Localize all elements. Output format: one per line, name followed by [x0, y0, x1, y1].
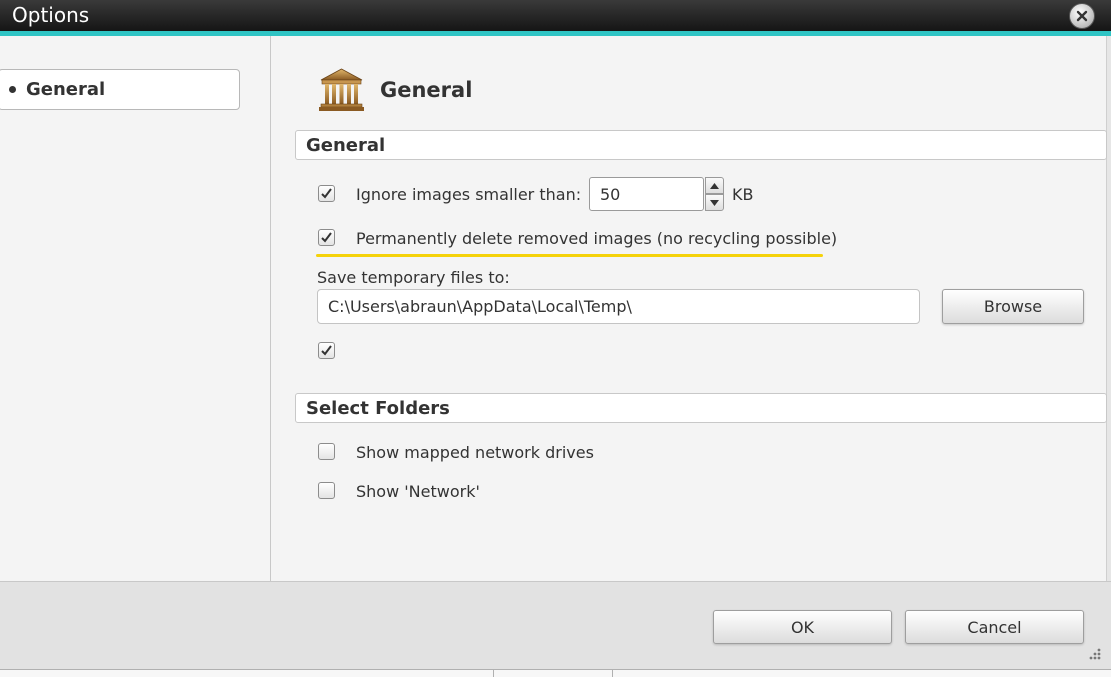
- scrollbar[interactable]: [1106, 36, 1111, 581]
- page-title: General: [380, 78, 473, 102]
- background-tab: [493, 669, 613, 677]
- sidebar-item-general[interactable]: General: [0, 69, 240, 110]
- stepper-down-button[interactable]: [705, 194, 724, 211]
- checkmark-icon: [321, 345, 332, 356]
- section-title: Select Folders: [306, 397, 450, 419]
- section-title: General: [306, 134, 386, 156]
- section-header-general: General: [295, 130, 1107, 160]
- min-size-stepper[interactable]: 50: [589, 177, 724, 211]
- browse-button[interactable]: Browse: [942, 289, 1084, 324]
- bullet-icon: [9, 86, 16, 93]
- highlight-underline: [316, 254, 823, 257]
- resize-grip-icon[interactable]: [1086, 647, 1102, 663]
- arrow-up-icon: [710, 182, 719, 189]
- show-network-label: Show 'Network': [356, 482, 480, 501]
- temp-folder-label: Save temporary files to:: [317, 268, 510, 287]
- size-unit-label: KB: [732, 185, 754, 204]
- ok-button[interactable]: OK: [713, 610, 892, 644]
- option-checkbox[interactable]: [318, 342, 335, 359]
- close-icon: [1076, 10, 1088, 22]
- cancel-button[interactable]: Cancel: [905, 610, 1084, 644]
- sidebar-item-label: General: [26, 79, 106, 100]
- title-bar: Options: [0, 0, 1111, 31]
- show-network-checkbox[interactable]: [318, 482, 335, 499]
- show-mapped-drives-label: Show mapped network drives: [356, 443, 594, 462]
- permanent-delete-label: Permanently delete removed images (no re…: [356, 229, 838, 248]
- show-mapped-drives-checkbox[interactable]: [318, 443, 335, 460]
- temple-icon: [319, 68, 364, 111]
- min-size-input[interactable]: 50: [589, 177, 704, 211]
- checkmark-icon: [321, 188, 332, 199]
- ignore-small-images-label: Ignore images smaller than:: [356, 185, 582, 204]
- window-title: Options: [12, 3, 90, 27]
- permanent-delete-checkbox[interactable]: [318, 229, 335, 246]
- arrow-down-icon: [710, 199, 719, 206]
- temp-folder-input[interactable]: C:\Users\abraun\AppData\Local\Temp\: [317, 289, 920, 324]
- stepper-up-button[interactable]: [705, 177, 724, 194]
- section-header-select-folders: Select Folders: [295, 393, 1107, 423]
- sidebar: General: [0, 36, 271, 581]
- close-button[interactable]: [1069, 3, 1095, 29]
- checkmark-icon: [321, 232, 332, 243]
- ignore-small-images-checkbox[interactable]: [318, 185, 335, 202]
